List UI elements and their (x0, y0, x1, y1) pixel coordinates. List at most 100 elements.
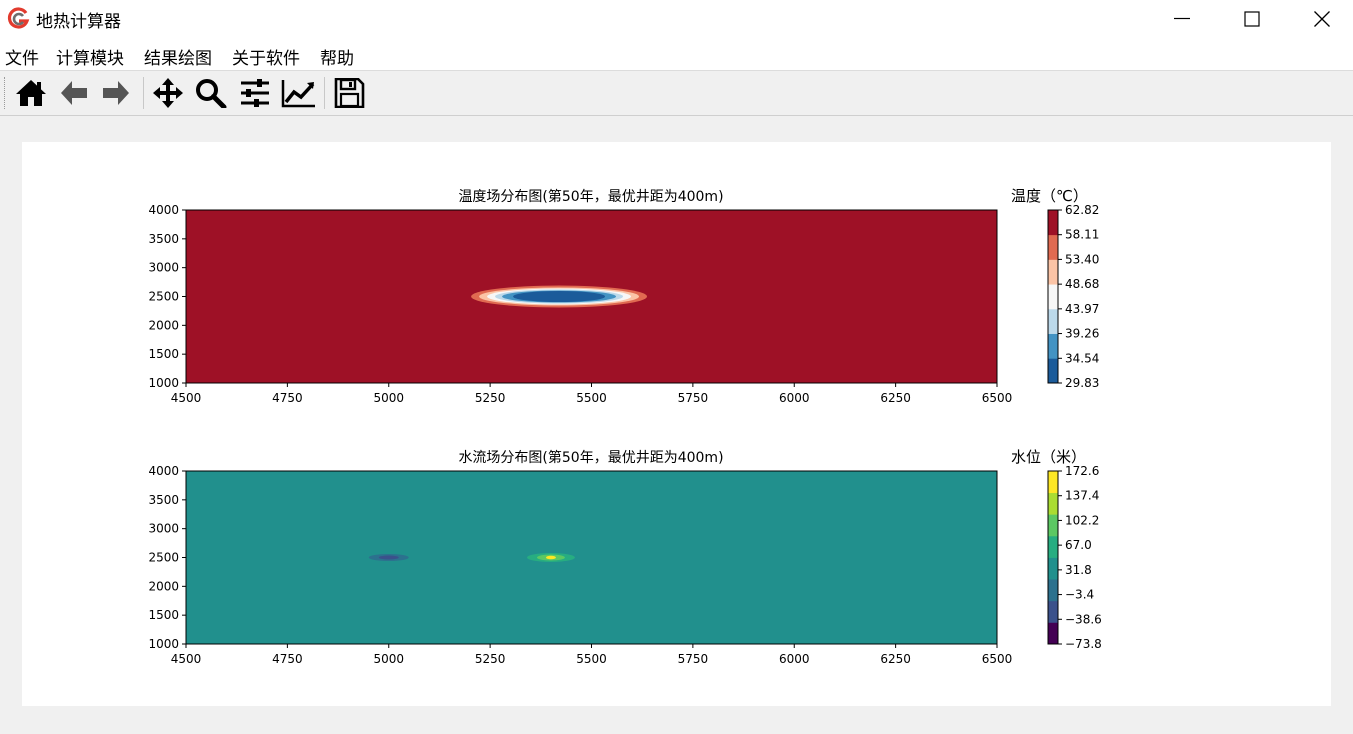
toolbar-separator (324, 77, 325, 109)
colorbar-segment (1048, 234, 1058, 260)
back-arrow-icon (61, 81, 87, 105)
forward-button[interactable] (97, 75, 135, 111)
configure-subplots-button[interactable] (236, 75, 274, 111)
temperature-chart: 温度场分布图(第50年，最优井距为400m) 4500 4750 5000 5250 5… (148, 187, 1099, 405)
colorbar-tick-label: −73.8 (1065, 637, 1102, 651)
x-tick-label: 4500 (171, 391, 202, 405)
colorbar-tick-label: 58.11 (1065, 228, 1099, 242)
maximize-icon (1244, 11, 1260, 27)
navigation-toolbar (0, 71, 1353, 116)
close-button[interactable] (1287, 0, 1353, 38)
y-tick-label: 2500 (148, 290, 179, 304)
y-tick-label: 3500 (148, 232, 179, 246)
colorbar-tick-label: 62.82 (1065, 203, 1099, 217)
pan-button[interactable] (149, 75, 187, 111)
extraction-well-inner (378, 555, 399, 560)
contour-level-0 (513, 291, 606, 302)
colorbar-segment (1048, 600, 1058, 623)
toolbar-separator (143, 77, 144, 109)
colorbar-segment (1048, 333, 1058, 359)
colorbar-tick-label: 31.8 (1065, 563, 1092, 577)
y-tick-label: 1500 (148, 608, 179, 622)
zoom-button[interactable] (192, 75, 230, 111)
menu-plot[interactable]: 结果绘图 (144, 44, 212, 69)
x-tick-label: 4500 (171, 652, 202, 666)
pan-icon (153, 78, 183, 108)
colorbar-tick-label: 48.68 (1065, 277, 1099, 291)
menu-help[interactable]: 帮助 (320, 44, 354, 69)
home-icon (16, 80, 46, 106)
x-tick-label: 6500 (982, 391, 1013, 405)
colorbar-tick-label: 29.83 (1065, 376, 1099, 390)
x-tick-label: 5750 (678, 652, 709, 666)
x-tick-label: 5500 (576, 391, 607, 405)
close-icon (1314, 11, 1330, 27)
y-tick-label: 4000 (148, 464, 179, 478)
edit-curve-icon (281, 80, 315, 108)
colorbar-segment (1048, 492, 1058, 515)
chart-title: 温度场分布图(第50年，最优井距为400m) (458, 188, 723, 205)
colorbar-segment (1048, 284, 1058, 310)
x-tick-label: 5250 (475, 391, 506, 405)
minimize-icon (1174, 17, 1190, 20)
colorbar-segment (1048, 557, 1058, 580)
x-tick-label: 6000 (779, 652, 810, 666)
save-icon (334, 78, 365, 108)
window-title: 地热计算器 (36, 12, 121, 32)
back-button[interactable] (55, 75, 93, 111)
toolbar-grip[interactable] (4, 77, 7, 109)
zoom-icon (196, 79, 227, 108)
colorbar-segment (1048, 259, 1058, 285)
water-level-chart: 水流场分布图(第50年，最优井距为400m) 4500 4750 5000 5250 5… (148, 448, 1101, 666)
subplots-config-icon (241, 79, 269, 107)
x-tick-label: 5000 (373, 652, 404, 666)
menu-file[interactable]: 文件 (5, 44, 39, 69)
y-tick-label: 2500 (148, 551, 179, 565)
colorbar-tick-label: 137.4 (1065, 489, 1099, 503)
x-tick-label: 5500 (576, 652, 607, 666)
colorbar-tick-label: −3.4 (1065, 588, 1094, 602)
minimize-button[interactable] (1147, 0, 1217, 38)
x-tick-label: 5000 (373, 391, 404, 405)
plot-background (186, 471, 997, 644)
colorbar-tick-label: 39.26 (1065, 327, 1099, 341)
colorbar-tick-label: 67.0 (1065, 538, 1092, 552)
colorbar-segment (1048, 210, 1058, 236)
y-tick-label: 1000 (148, 637, 179, 651)
colorbar: 29.83 34.54 39.26 43.97 48.68 53.40 58.11 62.82 (1047, 203, 1099, 390)
colorbar-segment (1048, 535, 1058, 558)
home-button[interactable] (12, 75, 50, 111)
app-logo-icon (7, 7, 30, 29)
x-tick-label: 6500 (982, 652, 1013, 666)
chart-title: 水流场分布图(第50年，最优井距为400m) (458, 449, 723, 466)
x-tick-label: 6000 (779, 391, 810, 405)
save-button[interactable] (330, 75, 368, 111)
y-tick-label: 1500 (148, 347, 179, 361)
menu-compute[interactable]: 计算模块 (56, 44, 124, 69)
figure-svg: 温度场分布图(第50年，最优井距为400m) 4500 4750 5000 5250 5… (148, 187, 1101, 666)
x-tick-label: 5750 (678, 391, 709, 405)
y-tick-label: 3000 (148, 261, 179, 275)
colorbar-tick-label: 102.2 (1065, 513, 1099, 527)
title-bar[interactable]: 地热计算器 (0, 0, 1353, 38)
colorbar: 172.6 137.4 102.2 67.0 31.8 −3.4 −38.6 −73.8 (1047, 464, 1102, 651)
y-tick-label: 4000 (148, 203, 179, 217)
y-tick-label: 2000 (148, 579, 179, 593)
colorbar-segment (1048, 471, 1058, 494)
x-tick-label: 5250 (475, 652, 506, 666)
edit-axes-button[interactable] (278, 75, 316, 111)
injection-well-inner (545, 555, 556, 560)
temperature-anomaly (471, 285, 648, 308)
colorbar-segment (1048, 622, 1058, 645)
maximize-button[interactable] (1217, 0, 1287, 38)
y-tick-label: 3500 (148, 493, 179, 507)
x-tick-label: 6250 (880, 391, 911, 405)
colorbar-tick-label: 53.40 (1065, 252, 1099, 266)
colorbar-segment (1048, 358, 1058, 384)
menu-about[interactable]: 关于软件 (232, 44, 300, 69)
x-tick-label: 4750 (272, 391, 303, 405)
x-tick-label: 4750 (272, 652, 303, 666)
colorbar-tick-label: 172.6 (1065, 464, 1099, 478)
figure-canvas[interactable]: 温度场分布图(第50年，最优井距为400m) 4500 4750 5000 5250 5… (22, 142, 1331, 706)
y-tick-label: 3000 (148, 522, 179, 536)
